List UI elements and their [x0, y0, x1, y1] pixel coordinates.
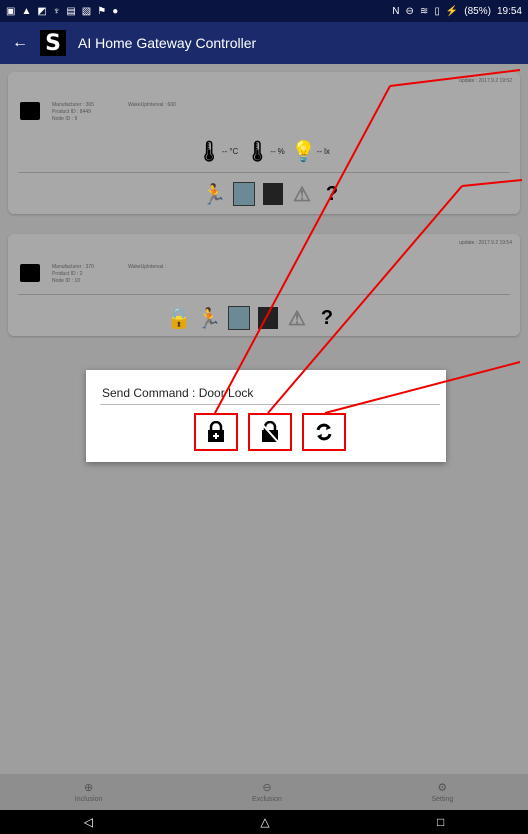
nav-label: Inclusion [74, 796, 103, 803]
motion-icon: 🏃 [196, 307, 222, 330]
door-icon [233, 182, 255, 206]
nav-exclusion[interactable]: ⊖ Exclusion [252, 781, 282, 803]
update-time: update : 2017.9.2 19:54 [459, 240, 512, 246]
app-logo: S [40, 30, 66, 56]
plus-circle-icon: ⊕ [83, 782, 94, 794]
image-icon: ◩ [37, 5, 47, 17]
status-icons: ▣ ▲ ◩ ♆ ▤ ▧ ⚑ ● [6, 6, 118, 17]
app-bar: ← S AI Home Gateway Controller [0, 22, 528, 64]
divider [18, 294, 510, 295]
temperature-sensor: 🌡 -- °C [196, 140, 239, 163]
manufacturer: Manufacturer : 370 [52, 264, 94, 270]
nav-label: Setting [431, 796, 454, 803]
device-card[interactable]: update : 2017.9.2 19:54 Manufacturer : 3… [8, 234, 520, 336]
device-info: Manufacturer : 370 Product ID : 2 Node I… [52, 264, 94, 285]
home-button[interactable]: △ [260, 815, 269, 829]
burglar-icon [263, 183, 283, 205]
warning-icon: ⚠ [288, 307, 306, 330]
lock-icon: 🔒 [166, 307, 192, 330]
battery-icon: ⚡ [445, 5, 459, 17]
update-time: update : 2017.9.2 19:52 [459, 78, 512, 84]
status-icon-row: 🏃 ⚠ ? [201, 182, 343, 206]
sensor-row: 🌡 -- °C 🌡 --% 💡 -- lx [196, 140, 330, 163]
thermometer-icon: 🌡 [196, 140, 222, 163]
device-info: Manufacturer : 365 Product ID : 8449 Nod… [52, 102, 94, 123]
picture-icon: ▧ [81, 5, 92, 17]
flag-icon: ⚑ [97, 5, 107, 17]
notification-icon: ▣ [6, 5, 16, 17]
motion-icon: 🏃 [201, 183, 227, 206]
device-card[interactable]: update : 2017.9.2 19:52 Manufacturer : 3… [8, 72, 520, 214]
warning-icon: ⚠ [293, 183, 311, 206]
sim2-icon: ▯ [434, 5, 440, 17]
minus-icon: ⊖ [405, 5, 414, 17]
question-icon: ? [320, 306, 334, 329]
nfc-icon: N [392, 5, 400, 17]
lock-button[interactable] [194, 413, 238, 451]
device-icon [20, 102, 40, 120]
refresh-icon [316, 423, 332, 441]
battery-level: (85%) [464, 5, 491, 17]
dialog-title: Send Command : Door Lock [102, 386, 254, 400]
nav-setting[interactable]: ⚙ Setting [431, 781, 453, 803]
status-bar: ▣ ▲ ◩ ♆ ▤ ▧ ⚑ ● N ⊖ ≋ ▯ ⚡ (85%) 19:54 [0, 0, 528, 22]
clock: 19:54 [496, 5, 522, 17]
refresh-button[interactable] [302, 413, 346, 451]
wake-interval: WakeUpInterval : [128, 264, 167, 270]
unlock-button[interactable] [248, 413, 292, 451]
unlock-icon [261, 421, 279, 443]
node-id: Node ID : 9 [52, 116, 78, 122]
divider [18, 172, 510, 173]
status-icon-row: 🔒 🏃 ⚠ ? [166, 306, 338, 330]
product-id: Product ID : 2 [52, 271, 83, 277]
dialog-divider [100, 404, 440, 405]
dot-icon: ● [112, 5, 119, 17]
wake-interval: WakeUpInterval : 600 [128, 102, 176, 108]
alert-icon: ▲ [21, 5, 32, 17]
lightbulb-icon: 💡 [291, 140, 317, 163]
wifi-icon: ≋ [419, 5, 429, 17]
thermometer-icon: 🌡 [244, 140, 271, 163]
product-id: Product ID : 8449 [52, 109, 91, 115]
status-right: N ⊖ ≋ ▯ ⚡ (85%) 19:54 [392, 6, 522, 17]
nav-inclusion[interactable]: ⊕ Inclusion [75, 781, 103, 803]
back-button[interactable]: ◁ [84, 815, 93, 829]
nav-label: Exclusion [251, 796, 282, 803]
burglar-icon [258, 307, 278, 329]
door-icon [228, 306, 250, 330]
question-icon: ? [325, 182, 339, 205]
light-sensor: 💡 -- lx [291, 140, 330, 163]
system-nav: ◁ △ □ [0, 810, 528, 834]
device-icon [20, 264, 40, 282]
usb-icon: ♆ [52, 5, 61, 17]
humidity-sensor: 🌡 --% [244, 140, 285, 163]
bottom-nav: ⊕ Inclusion ⊖ Exclusion ⚙ Setting [0, 774, 528, 810]
sim-icon: ▤ [66, 5, 76, 17]
back-arrow-icon[interactable]: ← [0, 34, 40, 52]
app-title: AI Home Gateway Controller [78, 35, 257, 51]
send-command-dialog: Send Command : Door Lock [86, 370, 446, 462]
node-id: Node ID : 10 [52, 278, 81, 284]
minus-circle-icon: ⊖ [262, 782, 272, 794]
gear-icon: ⚙ [437, 782, 448, 794]
recents-button[interactable]: □ [437, 815, 444, 829]
manufacturer: Manufacturer : 365 [52, 102, 94, 108]
lock-icon [208, 421, 224, 442]
